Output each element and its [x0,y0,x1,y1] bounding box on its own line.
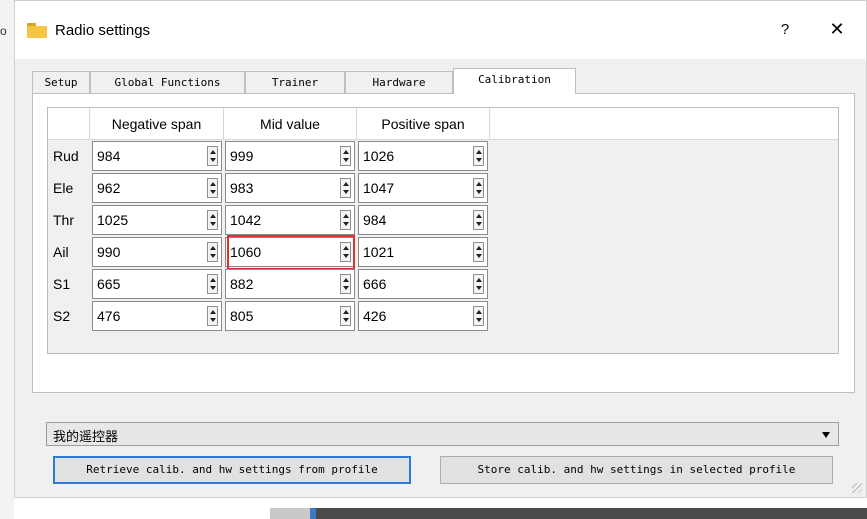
close-button[interactable]: ✕ [825,19,849,43]
spinbox-value: 476 [97,308,121,324]
spin-arrows-icon[interactable] [473,178,484,198]
calibration-table: Negative span Mid value Positive span Ru… [47,107,839,354]
spin-arrows-icon[interactable] [207,274,218,294]
spinbox-value: 984 [363,212,387,228]
spin-arrows-icon[interactable] [207,146,218,166]
background-bar-dark [316,508,867,519]
spin-arrows-icon[interactable] [207,210,218,230]
column-header-negative-span: Negative span [90,108,224,140]
spinbox-value: 999 [230,148,254,164]
spinbox-value: 990 [97,244,121,260]
title-bar: Radio settings ? ✕ [15,1,866,59]
table-header-filler [490,108,838,140]
spin-arrows-icon[interactable] [207,306,218,326]
store-calibration-button[interactable]: Store calib. and hw settings in selected… [440,456,833,484]
spinbox-ail-mid[interactable]: 1060 [225,237,355,267]
spinbox-value: 984 [97,148,121,164]
spin-arrows-icon[interactable] [207,242,218,262]
spinbox-s2-positive[interactable]: 426 [358,301,488,331]
spinbox-thr-negative[interactable]: 1025 [92,205,222,235]
tab-hardware[interactable]: Hardware [345,71,453,93]
spinbox-value: 1042 [230,212,262,228]
spinbox-thr-positive[interactable]: 984 [358,205,488,235]
spin-arrows-icon[interactable] [473,274,484,294]
spinbox-s2-mid[interactable]: 805 [225,301,355,331]
retrieve-calibration-button[interactable]: Retrieve calib. and hw settings from pro… [53,456,411,484]
tab-global-functions[interactable]: Global Functions [90,71,245,93]
row-header-s1: S1 [53,276,71,292]
spinbox-value: 1026 [363,148,395,164]
spin-arrows-icon[interactable] [207,178,218,198]
spinbox-value: 1021 [363,244,395,260]
spinbox-rud-negative[interactable]: 984 [92,141,222,171]
column-header-positive-span: Positive span [357,108,490,140]
row-header-ail: Ail [53,244,69,260]
spin-arrows-icon[interactable] [340,274,351,294]
resize-grip-icon[interactable] [852,483,862,493]
background-taskbar [270,502,867,519]
background-window-char: o [0,24,7,38]
spinbox-value: 805 [230,308,254,324]
radio-settings-dialog: Radio settings ? ✕ Setup Global Function… [14,0,867,498]
spin-arrows-icon[interactable] [340,306,351,326]
spinbox-value: 665 [97,276,121,292]
spinbox-s1-mid[interactable]: 882 [225,269,355,299]
spinbox-rud-mid[interactable]: 999 [225,141,355,171]
spinbox-value: 1047 [363,180,395,196]
spin-arrows-icon[interactable] [473,242,484,262]
chevron-down-icon [822,432,830,438]
spinbox-s2-negative[interactable]: 476 [92,301,222,331]
background-bar [270,508,310,519]
spinbox-ele-positive[interactable]: 1047 [358,173,488,203]
profile-dropdown-value: 我的遥控器 [53,429,119,444]
spin-arrows-icon[interactable] [473,210,484,230]
tab-trainer[interactable]: Trainer [245,71,345,93]
spinbox-value: 1025 [97,212,129,228]
spinbox-value: 983 [230,180,254,196]
tab-setup[interactable]: Setup [32,71,90,93]
spinbox-s1-positive[interactable]: 666 [358,269,488,299]
spinbox-value: 426 [363,308,387,324]
spinbox-value: 882 [230,276,254,292]
spin-arrows-icon[interactable] [340,146,351,166]
spinbox-ail-positive[interactable]: 1021 [358,237,488,267]
spinbox-ele-negative[interactable]: 962 [92,173,222,203]
table-corner [48,108,90,140]
spinbox-ail-negative[interactable]: 990 [92,237,222,267]
spin-arrows-icon[interactable] [473,306,484,326]
background-window-edge: o [0,0,14,519]
spinbox-thr-mid[interactable]: 1042 [225,205,355,235]
row-header-s2: S2 [53,308,71,324]
calibration-panel: Negative span Mid value Positive span Ru… [32,93,855,393]
spin-arrows-icon[interactable] [340,178,351,198]
row-header-ele: Ele [53,180,74,196]
folder-icon [27,23,47,38]
spinbox-value: 962 [97,180,121,196]
spinbox-s1-negative[interactable]: 665 [92,269,222,299]
row-header-thr: Thr [53,212,74,228]
window-title: Radio settings [55,22,151,39]
row-header-rud: Rud [53,148,79,164]
spin-arrows-icon[interactable] [473,146,484,166]
profile-dropdown[interactable]: 我的遥控器 [46,422,839,446]
help-button[interactable]: ? [775,21,795,41]
spin-arrows-icon[interactable] [340,210,351,230]
spinbox-ele-mid[interactable]: 983 [225,173,355,203]
spinbox-rud-positive[interactable]: 1026 [358,141,488,171]
tab-calibration[interactable]: Calibration [453,68,576,94]
spin-arrows-icon[interactable] [340,242,351,262]
column-header-mid-value: Mid value [224,108,357,140]
spinbox-value: 1060 [230,244,262,260]
spinbox-value: 666 [363,276,387,292]
